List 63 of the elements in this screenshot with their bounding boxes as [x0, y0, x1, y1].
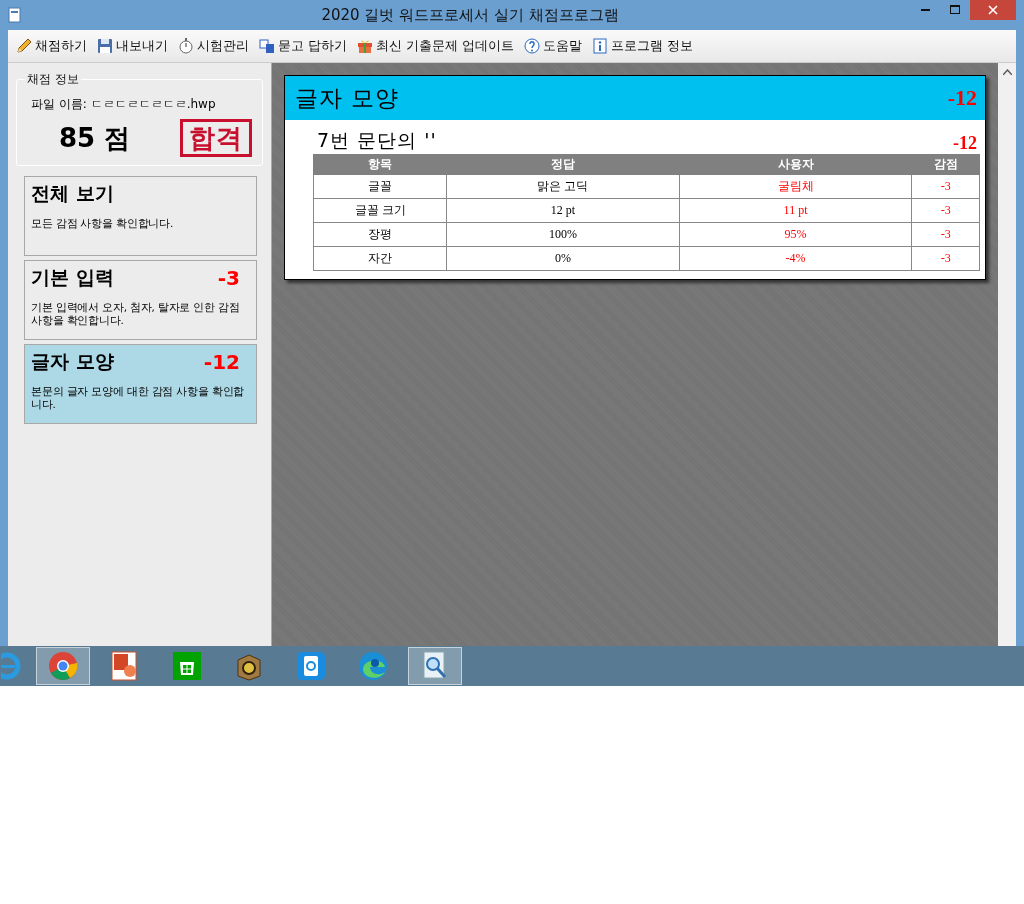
maximize-icon [950, 5, 960, 15]
toolbar-button[interactable]: 도움말 [519, 35, 586, 57]
score-text: 85 점 [59, 121, 131, 155]
toolbar-button[interactable]: 프로그램 정보 [587, 35, 697, 57]
table-cell: -3 [911, 222, 980, 247]
app-document-icon [8, 7, 22, 23]
minimize-icon [920, 9, 930, 11]
table-cell: 100% [446, 222, 680, 247]
table-cell: -3 [911, 246, 980, 271]
panel-legend: 채점 정보 [25, 71, 81, 88]
toolbar-button[interactable]: 채점하기 [12, 35, 91, 57]
paragraph-heading: 7번 문단의 '' [317, 128, 437, 153]
pencil-icon [16, 38, 32, 54]
item-description: 모든 감점 사항을 확인합니다. [31, 217, 175, 230]
column-header: 사용자 [679, 154, 912, 175]
column-header: 정답 [446, 154, 680, 175]
stopwatch-icon [178, 38, 194, 54]
close-icon [988, 5, 998, 15]
pass-stamp: 합격 [180, 119, 252, 157]
slides-document-icon[interactable] [110, 651, 140, 681]
document-app-icon[interactable] [296, 651, 326, 681]
table-cell: 자간 [313, 246, 447, 271]
item-title: 기본 입력 [31, 265, 114, 290]
table-cell: 글꼴 크기 [313, 198, 447, 223]
item-title: 글자 모양 [31, 349, 114, 374]
item-title: 전체 보기 [31, 181, 114, 206]
column-header: 감점 [911, 154, 980, 175]
toolbar-button[interactable]: 최신 기출문제 업데이트 [353, 35, 518, 57]
shopping-bag-icon[interactable] [172, 651, 202, 681]
taskbar-button[interactable] [408, 647, 462, 685]
sidebar-item[interactable]: 글자 모양 -12 본문의 글자 모양에 대한 감점 사항을 확인합니다. [24, 344, 257, 424]
deduction-text: -12 [953, 133, 977, 154]
file-name: 파일 이름: ㄷㄹㄷㄹㄷㄹㄷㄹ.hwp [31, 96, 217, 113]
sidebar-item[interactable]: 전체 보기 모든 감점 사항을 확인합니다. [24, 176, 257, 256]
table-cell: 굴림체 [679, 174, 912, 199]
item-description: 본문의 글자 모양에 대한 감점 사항을 확인합니다. [31, 385, 246, 411]
toolbar-button[interactable]: 시험관리 [174, 35, 253, 57]
table-cell: 0% [446, 246, 680, 271]
table-cell: 12 pt [446, 198, 680, 223]
help-icon [523, 38, 540, 54]
table-cell: -3 [911, 174, 980, 199]
toolbar-button[interactable]: 내보내기 [93, 35, 172, 57]
table-cell: -4% [679, 246, 912, 271]
toolbar-button[interactable]: 묻고 답하기 [255, 35, 351, 57]
sidebar-item[interactable]: 기본 입력 -3 기본 입력에서 오자, 첨자, 탈자로 인한 감점 사항을 확인합니다. [24, 260, 257, 340]
scroll-up-icon [1002, 69, 1012, 75]
table-cell: 95% [679, 222, 912, 247]
table-cell: 글꼴 [313, 174, 447, 199]
table-cell: 맑은 고딕 [446, 174, 680, 199]
info-icon [591, 38, 608, 54]
table-cell: 장평 [313, 222, 447, 247]
edge-icon[interactable] [358, 651, 388, 681]
item-description: 기본 입력에서 오자, 첨자, 탈자로 인한 감점 사항을 확인합니다. [31, 301, 241, 327]
section-title: 글자 모양 [295, 83, 400, 113]
table-cell: -3 [911, 198, 980, 223]
table-cell: 11 pt [679, 198, 912, 223]
deduction-text: -3 [217, 266, 240, 290]
deduction-text: -12 [203, 350, 240, 374]
chrome-icon[interactable] [48, 651, 78, 681]
column-header: 항목 [313, 154, 447, 175]
gift-box-icon [357, 38, 373, 54]
deduction-text: -12 [947, 85, 977, 111]
window-title: 2020 길벗 워드프로세서 실기 채점프로그램 [320, 5, 620, 25]
